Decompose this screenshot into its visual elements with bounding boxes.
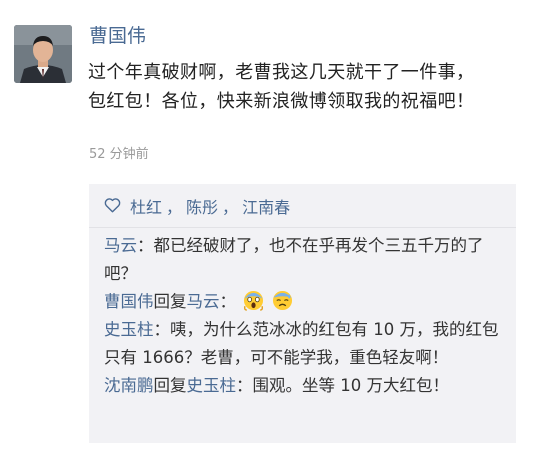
comment: 马云：都已经破财了，也不在乎再发个三五千万的了吧？ (104, 232, 504, 288)
like-separator: ， (222, 197, 239, 217)
divider (89, 227, 516, 228)
comment: 沈南鹏回复史玉柱：围观。坐等 10 万大红包！ (104, 372, 504, 400)
likes-row: 杜红 ， 陈彤 ， 江南春 (89, 184, 516, 227)
like-separator: ， (166, 197, 183, 217)
like-name[interactable]: 江南春 (242, 194, 290, 218)
comment-colon: ： (236, 376, 253, 395)
post-text: 过个年真破财啊，老曹我这几天就干了一件事，包红包！各位，快来新浪微博领取我的祝福… (88, 62, 475, 112)
comment-colon: ： (137, 236, 154, 255)
post-timestamp: 52 分钟前 (89, 147, 149, 162)
reply-target[interactable]: 马云 (187, 292, 220, 311)
comment-author[interactable]: 马云 (104, 236, 137, 255)
comment-panel: 杜红 ， 陈彤 ， 江南春 马云：都已经破财了，也不在乎再发个三五千万的了吧？ … (89, 184, 516, 443)
comment: 曹国伟回复马云： (104, 288, 504, 316)
comment-colon: ： (219, 292, 237, 311)
like-name[interactable]: 陈彤 (186, 194, 218, 218)
comment-author[interactable]: 曹国伟 (104, 292, 154, 311)
reply-target[interactable]: 史玉柱 (187, 376, 237, 395)
heart-outline-icon[interactable] (104, 198, 121, 213)
like-name[interactable]: 杜红 (130, 194, 162, 218)
comment-colon: ： (153, 320, 171, 339)
scream-emoji (244, 290, 264, 311)
anxious-sweat-emoji (272, 290, 292, 311)
comment-author[interactable]: 沈南鹏 (104, 376, 154, 395)
comment-text: 围观。坐等 10 万大红包！ (252, 376, 450, 395)
comment-text: 都已经破财了，也不在乎再发个三五千万的了吧？ (104, 236, 484, 283)
comment-author[interactable]: 史玉柱 (104, 320, 154, 339)
comment: 史玉柱：咦，为什么范冰冰的红包有 10 万，我的红包只有 1666？老曹，可不能… (104, 316, 504, 372)
avatar[interactable] (14, 25, 72, 83)
comment-list: 马云：都已经破财了，也不在乎再发个三五千万的了吧？ 曹国伟回复马云： 史玉柱：咦… (104, 232, 504, 400)
post-author[interactable]: 曹国伟 (89, 24, 146, 48)
reply-word: 回复 (153, 376, 187, 395)
reply-word: 回复 (153, 292, 187, 311)
